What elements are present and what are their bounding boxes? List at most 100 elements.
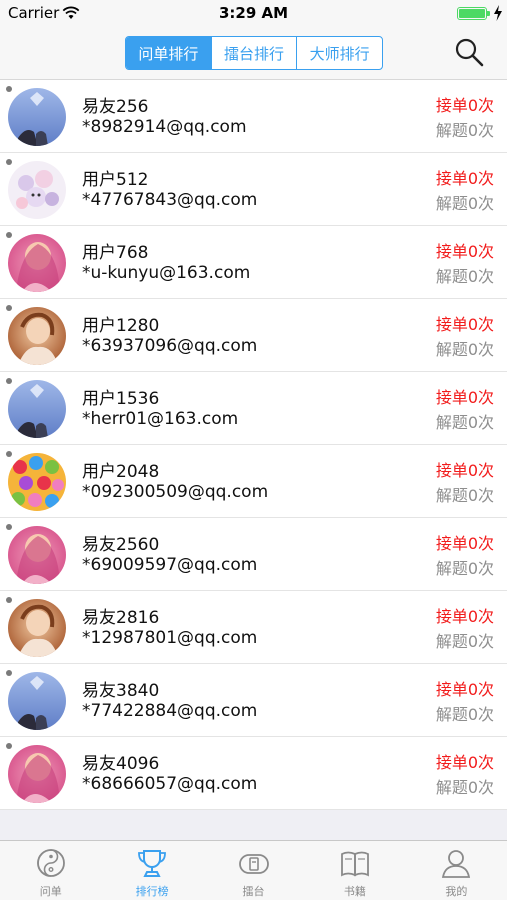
accept-count: 接单0次 [435,169,494,188]
user-email: *12987801@qq.com [82,628,258,648]
accept-count: 接单0次 [435,753,494,772]
user-name: 用户512 [82,170,149,190]
user-name: 用户768 [82,243,149,263]
list-item[interactable]: 易友4096 *68666057@qq.com 接单0次解题0次 [0,737,507,810]
accept-count: 接单0次 [435,388,494,407]
list-footer-gap [0,810,507,840]
user-name: 用户1280 [82,316,160,336]
segment-question-ranking[interactable]: 问单排行 [126,37,211,69]
solve-count: 解题0次 [435,559,494,578]
avatar[interactable] [8,672,66,730]
user-name: 用户1536 [82,389,160,409]
unread-dot [6,305,12,311]
accept-count: 接单0次 [435,96,494,115]
avatar[interactable] [8,161,66,219]
trophy-icon [138,850,167,877]
solve-count: 解题0次 [435,267,494,286]
user-email: *68666057@qq.com [82,774,258,794]
list-item[interactable]: 用户512 *47767843@qq.com 接单0次解题0次 [0,153,507,226]
solve-count: 解题0次 [435,340,494,359]
avatar[interactable] [8,234,66,292]
unread-dot [6,451,12,457]
avatar-cartoon-photo [8,161,66,219]
list-item[interactable]: 用户2048 *092300509@qq.com 接单0次 解题0次 [0,445,507,518]
tab-label: 书籍 [343,885,366,898]
list-item[interactable]: 用户768 *u-kunyu@163.com 接单0次解题0次 [0,226,507,299]
battery-tip [487,11,490,16]
unread-dot [6,232,12,238]
tab-books[interactable]: 书籍 [304,841,405,900]
clock: 3:29 AM [218,4,289,22]
solve-count: 解题0次 [435,413,494,432]
accept-count: 接单0次 [435,315,494,334]
unread-dot [6,86,12,92]
avatar-sky-photo [8,88,66,146]
solve-count: 解题0次 [435,194,494,213]
accept-count: 接单0次 [435,680,494,699]
unread-dot [6,524,12,530]
unread-dot [6,670,12,676]
battery-icon [457,7,487,20]
user-email: *8982914@qq.com [82,117,247,137]
charging-bolt-icon [494,5,502,21]
list-item[interactable]: 易友256 *8982914@qq.com 接单0次 解题0次 [0,80,507,153]
avatar[interactable] [8,599,66,657]
user-email: *herr01@163.com [82,409,239,429]
user-name: 易友2560 [82,535,160,555]
avatar[interactable] [8,526,66,584]
tab-bar: 问单 排行榜 擂台 书籍 我的 [0,840,507,900]
avatar[interactable] [8,88,66,146]
status-bar: Carrier 3:29 AM [0,0,507,28]
user-name: 易友4096 [82,754,160,774]
user-email: *77422884@qq.com [82,701,258,721]
accept-count: 接单0次 [435,534,494,553]
user-email: *47767843@qq.com [82,190,258,210]
user-email: *u-kunyu@163.com [82,263,251,283]
list-item[interactable]: 易友2816 *12987801@qq.com 接单0次 解题0次 [0,591,507,664]
unread-dot [6,743,12,749]
tab-questions[interactable]: 问单 [0,841,101,900]
user-name: 易友3840 [82,681,160,701]
tab-label: 问单 [39,885,62,898]
avatar[interactable] [8,745,66,803]
tab-label: 我的 [445,885,468,898]
ranking-list: 易友256 *8982914@qq.com 接单0次 解题0次 用户512 *47767… [0,80,507,810]
accept-count: 接单0次 [435,461,494,480]
user-name: 用户2048 [82,462,160,482]
user-email: *092300509@qq.com [82,482,269,502]
list-item[interactable]: 易友3840 *77422884@qq.com 接单0次 解题0次 [0,664,507,737]
tab-label: 擂台 [242,885,265,898]
avatar-sky-photo [8,672,66,730]
arena-icon [238,854,269,874]
user-email: *63937096@qq.com [82,336,258,356]
search-icon[interactable] [453,36,485,68]
person-icon [442,850,471,878]
tab-me[interactable]: 我的 [406,841,507,900]
user-name: 易友2816 [82,608,160,628]
accept-count: 接单0次 [435,242,494,261]
yin-yang-icon [36,849,65,877]
avatar-warm-photo [8,599,66,657]
segment-master-ranking[interactable]: 大师排行 [296,37,382,69]
tab-ranking[interactable]: 排行榜 [101,841,202,900]
avatar-warm-photo [8,307,66,365]
tab-arena[interactable]: 擂台 [203,841,304,900]
avatar-pink-photo [8,234,66,292]
segment-arena-ranking[interactable]: 擂台排行 [210,37,297,69]
avatar-sky-photo [8,380,66,438]
solve-count: 解题0次 [435,778,494,797]
avatar[interactable] [8,307,66,365]
avatar[interactable] [8,453,66,511]
ranking-segmented-control: 问单排行 擂台排行 大师排行 [125,36,383,70]
tab-label: 排行榜 [135,885,169,898]
book-icon [341,851,369,877]
avatar-pink-photo [8,526,66,584]
list-item[interactable]: 用户1280 *63937096@qq.com 接单0次解题0次 [0,299,507,372]
list-item[interactable]: 用户1536 *herr01@163.com 接单0次解题0次 [0,372,507,445]
unread-dot [6,597,12,603]
unread-dot [6,159,12,165]
user-email: *69009597@qq.com [82,555,258,575]
avatar-pink-photo [8,745,66,803]
list-item[interactable]: 易友2560 *69009597@qq.com 接单0次解题0次 [0,518,507,591]
avatar[interactable] [8,380,66,438]
